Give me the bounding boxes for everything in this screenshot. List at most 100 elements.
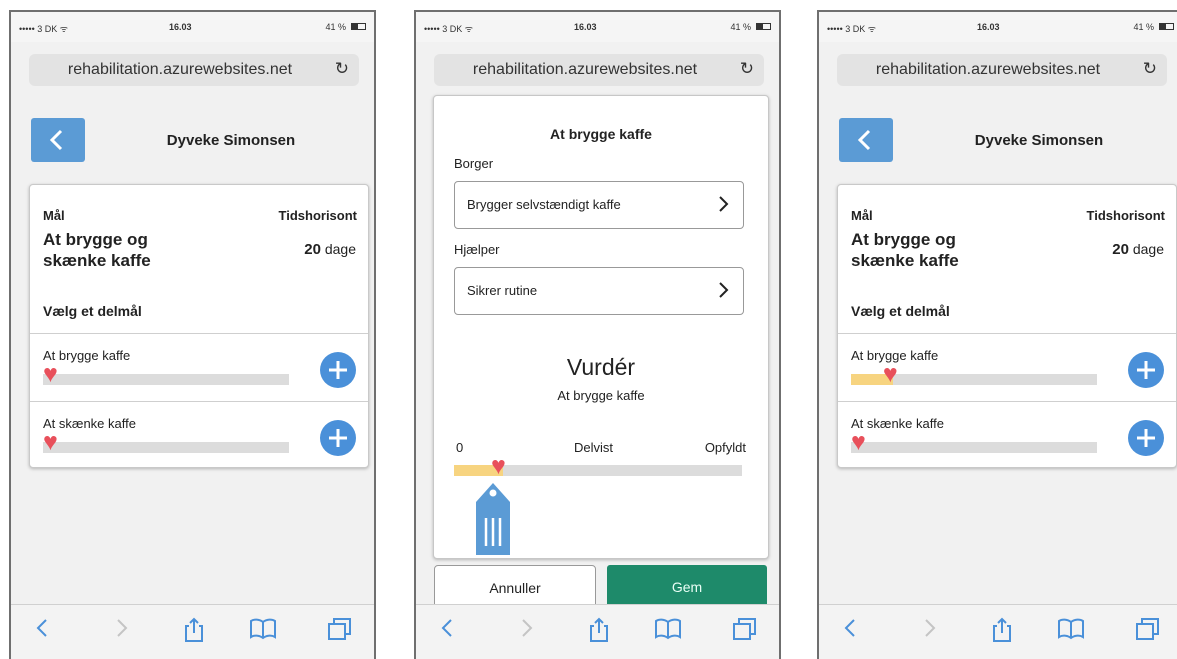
share-icon[interactable] [183,617,205,643]
back-button[interactable] [839,118,893,162]
horizon-label: Tidshorisont [1086,208,1165,223]
address-bar[interactable]: rehabilitation.azurewebsites.net ↻ [434,54,764,86]
add-rating-button[interactable] [1128,420,1164,456]
add-rating-button[interactable] [320,420,356,456]
reload-icon[interactable]: ↻ [740,59,754,79]
page-title: Dyveke Simonsen [974,132,1104,149]
subgoal-row[interactable]: At skænke kaffe ♥ [30,401,368,470]
goal-text: At brygge og skænke kaffe [43,230,151,270]
days-unit: dage [1132,241,1164,257]
bookmarks-icon[interactable] [654,617,682,641]
assess-title: Vurdér [566,354,636,380]
add-rating-button[interactable] [320,352,356,388]
heart-icon: ♥ [43,360,58,388]
heart-icon: ♥ [490,452,506,480]
heart-icon: ♥ [882,360,898,388]
heart-icon: ♥ [851,428,866,456]
citizen-select[interactable]: Brygger selvstændigt kaffe [454,181,744,229]
battery-percent: 41 % [730,22,751,32]
chevron-right-icon [719,196,729,212]
helper-select[interactable]: Sikrer rutine [454,267,744,315]
battery-icon [351,23,366,30]
browser-toolbar [416,604,779,659]
add-rating-button[interactable] [1128,352,1164,388]
citizen-label: Borger [454,156,494,171]
address-bar[interactable]: rehabilitation.azurewebsites.net ↻ [29,54,359,86]
days-unit: dage [324,241,356,257]
phone-screen-1: ••••• 3 DK ᯤ 16.03 41 % rehabilitation.a… [9,10,376,659]
goal-card: Mål Tidshorisont At brygge og skænke kaf… [837,184,1177,468]
scale-high-label: Opfyldt [704,440,746,455]
clock: 16.03 [169,22,192,32]
status-bar: ••••• 3 DK ᯤ 16.03 41 % [416,12,779,42]
status-bar: ••••• 3 DK ᯤ 16.03 41 % [819,12,1177,42]
battery-percent: 41 % [1133,22,1154,32]
assess-subtitle: At brygge kaffe [557,388,645,403]
goal-label: Mål [43,208,65,223]
subgoal-row[interactable]: At brygge kaffe ♥ [838,333,1176,402]
carrier-signal: ••••• 3 DK ᯤ [827,24,876,34]
forward-icon[interactable] [520,617,534,639]
share-icon[interactable] [991,617,1013,643]
scale-mid-label: Delvist [574,440,614,455]
goal-text: At brygge og skænke kaffe [851,230,959,270]
days-value: 20 dage [304,241,356,258]
battery-icon [1159,23,1174,30]
citizen-value: Brygger selvstændigt kaffe [467,197,621,212]
battery-percent: 41 % [325,22,346,32]
tabs-icon[interactable] [327,617,353,641]
bookmarks-icon[interactable] [1057,617,1085,641]
slider-handle[interactable] [475,482,511,556]
url-text: rehabilitation.azurewebsites.net [472,61,698,78]
url-text: rehabilitation.azurewebsites.net [67,61,293,78]
forward-icon[interactable] [115,617,129,639]
back-icon[interactable] [440,617,454,639]
choose-subgoal-label: Vælg et delmål [43,303,142,319]
carrier-signal: ••••• 3 DK ᯤ [424,24,473,34]
days-value: 20 dage [1112,241,1164,258]
days-number: 20 [304,241,321,258]
helper-label: Hjælper [454,242,500,257]
carrier-signal: ••••• 3 DK ᯤ [19,24,68,34]
progress-track [851,442,1097,453]
tabs-icon[interactable] [732,617,758,641]
helper-value: Sikrer rutine [467,283,538,298]
back-button[interactable] [31,118,85,162]
forward-icon[interactable] [923,617,937,639]
phone-screen-3: ••••• 3 DK ᯤ 16.03 41 % rehabilitation.a… [817,10,1177,659]
goal-label: Mål [851,208,873,223]
progress-track [43,374,289,385]
progress-track [43,442,289,453]
days-number: 20 [1112,241,1129,258]
subgoal-row[interactable]: At brygge kaffe ♥ [30,333,368,402]
clock: 16.03 [977,22,1000,32]
status-bar: ••••• 3 DK ᯤ 16.03 41 % [11,12,374,42]
heart-icon: ♥ [43,428,58,456]
browser-toolbar [11,604,374,659]
share-icon[interactable] [588,617,610,643]
reload-icon[interactable]: ↻ [1143,59,1157,79]
horizon-label: Tidshorisont [278,208,357,223]
dialog-title: At brygge kaffe [550,126,652,142]
choose-subgoal-label: Vælg et delmål [851,303,950,319]
subgoal-row[interactable]: At skænke kaffe ♥ [838,401,1176,470]
page-title: Dyveke Simonsen [166,132,296,149]
browser-toolbar [819,604,1177,659]
tabs-icon[interactable] [1135,617,1161,641]
chevron-left-icon [857,129,871,151]
battery-icon [756,23,771,30]
clock: 16.03 [574,22,597,32]
url-text: rehabilitation.azurewebsites.net [875,61,1101,78]
phone-screen-2: ••••• 3 DK ᯤ 16.03 41 % rehabilitation.a… [414,10,781,659]
address-bar[interactable]: rehabilitation.azurewebsites.net ↻ [837,54,1167,86]
save-button[interactable]: Gem [607,565,767,609]
back-icon[interactable] [35,617,49,639]
rating-dialog: At brygge kaffe Borger Brygger selvstænd… [433,95,769,559]
chevron-right-icon [719,282,729,298]
chevron-left-icon [49,129,63,151]
scale-low-label: 0 [456,440,464,455]
back-icon[interactable] [843,617,857,639]
goal-card: Mål Tidshorisont At brygge og skænke kaf… [29,184,369,468]
bookmarks-icon[interactable] [249,617,277,641]
reload-icon[interactable]: ↻ [335,59,349,79]
